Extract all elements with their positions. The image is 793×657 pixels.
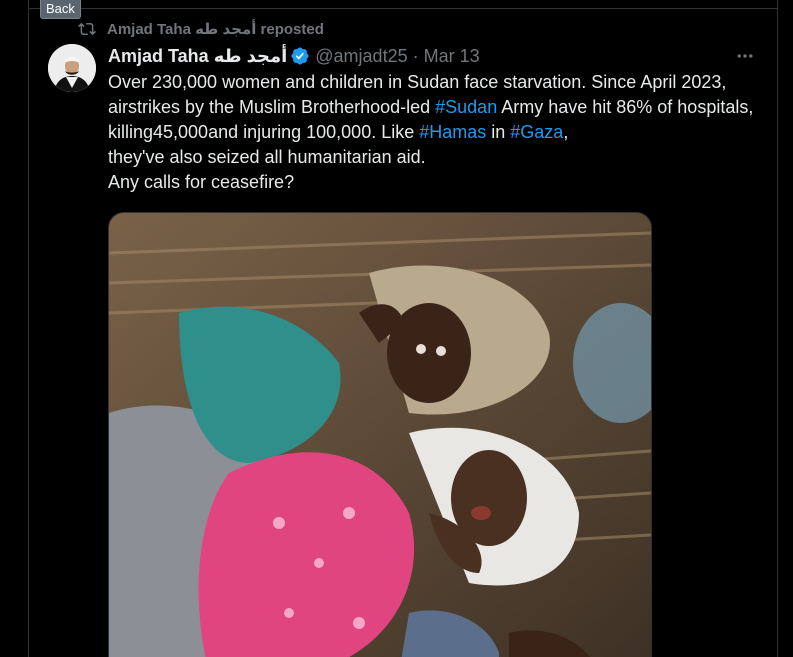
hashtag-hamas[interactable]: #Hamas bbox=[419, 122, 486, 142]
author-handle[interactable]: @amjadt25 bbox=[315, 46, 407, 67]
post-date[interactable]: Mar 13 bbox=[424, 46, 480, 67]
timeline-page: Back Amjad Taha أمجد طه reposted Amjad T… bbox=[0, 0, 793, 657]
repost-text: Amjad Taha أمجد طه reposted bbox=[107, 21, 324, 38]
more-options-icon[interactable] bbox=[733, 44, 757, 68]
author-avatar[interactable] bbox=[48, 44, 96, 92]
post-header: Amjad Taha أمجد طه @amjadt25 · Mar 13 bbox=[108, 44, 480, 68]
repost-icon bbox=[78, 20, 98, 38]
author-name[interactable]: Amjad Taha أمجد طه bbox=[108, 46, 287, 67]
hashtag-sudan[interactable]: #Sudan bbox=[435, 97, 497, 117]
back-tooltip: Back bbox=[40, 0, 81, 19]
header-separator: · bbox=[412, 45, 419, 66]
post-text-part-3: in bbox=[486, 122, 511, 142]
column-border-right bbox=[777, 0, 778, 657]
hashtag-gaza[interactable]: #Gaza bbox=[510, 122, 563, 142]
post-divider bbox=[28, 8, 778, 9]
verified-badge-icon[interactable] bbox=[290, 46, 310, 66]
post-text: Over 230,000 women and children in Sudan… bbox=[108, 70, 758, 195]
column-border-left bbox=[28, 0, 29, 657]
repost-context[interactable]: Amjad Taha أمجد طه reposted bbox=[78, 18, 324, 40]
post-photo[interactable] bbox=[108, 212, 652, 657]
